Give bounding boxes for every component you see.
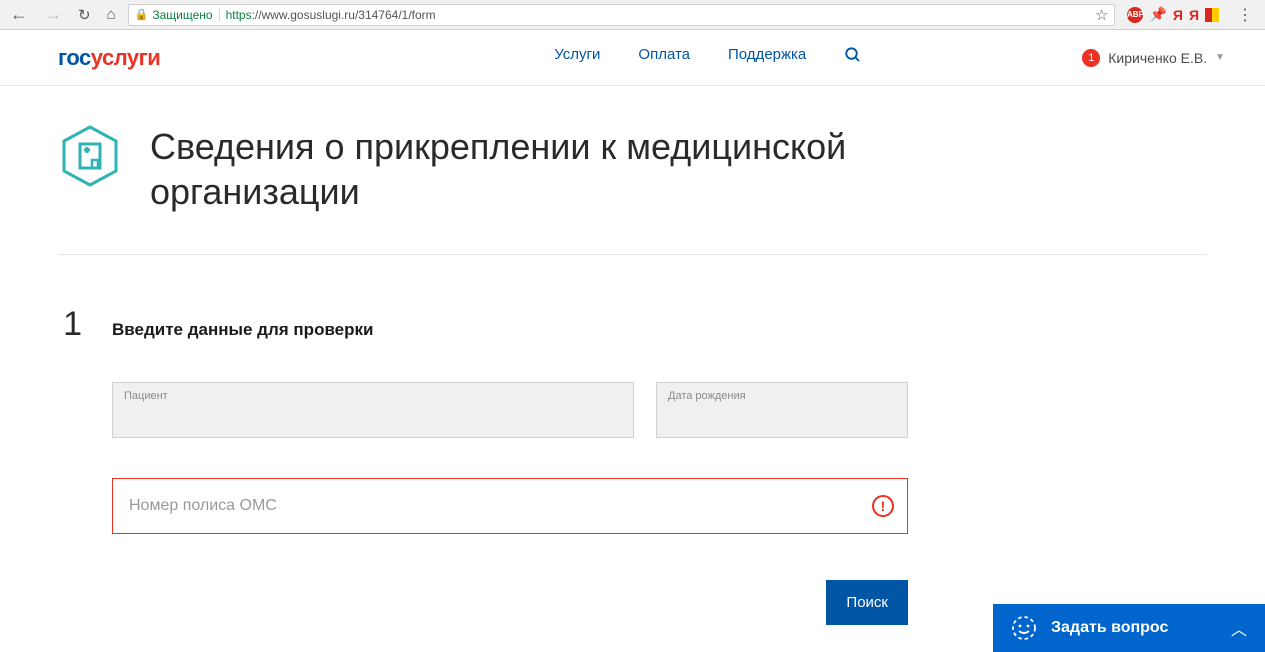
nav-support[interactable]: Поддержка [728, 46, 806, 69]
url-scheme: https [226, 8, 252, 22]
step-number: 1 [58, 305, 82, 344]
page-content: Сведения о прикреплении к медицинской ор… [0, 86, 1265, 625]
extensions: ABP 📌 Я Я [1123, 6, 1223, 23]
oms-input[interactable] [112, 478, 908, 534]
main-nav: Услуги Оплата Поддержка [554, 46, 862, 69]
service-hex-icon [58, 124, 122, 188]
yandex-square-icon[interactable] [1205, 8, 1219, 22]
nav-payment[interactable]: Оплата [638, 46, 690, 69]
chat-face-icon [1011, 615, 1037, 641]
chevron-up-icon: ︿ [1231, 616, 1247, 640]
search-icon[interactable] [844, 46, 862, 69]
chat-widget[interactable]: Задать вопрос ︿ [993, 604, 1265, 652]
notification-badge: 1 [1082, 49, 1100, 67]
search-button[interactable]: Поиск [826, 580, 908, 625]
nav-services[interactable]: Услуги [554, 46, 600, 69]
form: Пациент Дата рождения ! Поиск [112, 382, 1207, 625]
pin-icon[interactable]: 📌 [1149, 6, 1166, 23]
abp-extension-icon[interactable]: ABP [1127, 7, 1143, 23]
address-bar[interactable]: 🔒 Защищено https://www.gosuslugi.ru/3147… [128, 4, 1116, 26]
yandex-extension-icon[interactable]: Я [1173, 7, 1183, 23]
browser-menu-icon[interactable]: ⋮ [1231, 5, 1259, 25]
reload-icon[interactable]: ↻ [74, 6, 95, 24]
home-icon[interactable]: ⌂ [103, 6, 120, 23]
page-title: Сведения о прикреплении к медицинской ор… [150, 124, 1030, 214]
step-title: Введите данные для проверки [112, 320, 373, 340]
dob-field-wrapper: Дата рождения [656, 382, 908, 438]
oms-field-wrapper: ! [112, 478, 908, 534]
chat-label: Задать вопрос [1051, 619, 1217, 637]
secure-label: Защищено [152, 8, 212, 22]
logo-part2: услуги [91, 45, 161, 70]
site-logo[interactable]: госуслуги [58, 45, 160, 71]
logo-part1: гос [58, 45, 91, 70]
site-header: госуслуги Услуги Оплата Поддержка 1 Кири… [0, 30, 1265, 86]
step-header: 1 Введите данные для проверки [58, 305, 1207, 344]
error-icon: ! [872, 495, 894, 517]
url-path: ://www.gosuslugi.ru/314764/1/form [252, 8, 436, 22]
dob-label: Дата рождения [668, 390, 746, 402]
browser-toolbar: ← → ↻ ⌂ 🔒 Защищено https://www.gosuslugi… [0, 0, 1265, 30]
user-menu[interactable]: 1 Кириченко Е.В. ▼ [1082, 49, 1225, 67]
user-name: Кириченко Е.В. [1108, 50, 1207, 66]
forward-icon: → [40, 4, 66, 25]
chevron-down-icon: ▼ [1215, 52, 1225, 63]
back-icon[interactable]: ← [6, 4, 32, 25]
divider [58, 254, 1207, 255]
bookmark-star-icon[interactable]: ☆ [1095, 6, 1108, 24]
yandex-extension-icon-2[interactable]: Я [1189, 7, 1199, 23]
patient-input[interactable] [112, 382, 634, 438]
patient-label: Пациент [124, 390, 168, 402]
patient-field-wrapper: Пациент [112, 382, 634, 438]
lock-icon: 🔒 [135, 8, 149, 21]
